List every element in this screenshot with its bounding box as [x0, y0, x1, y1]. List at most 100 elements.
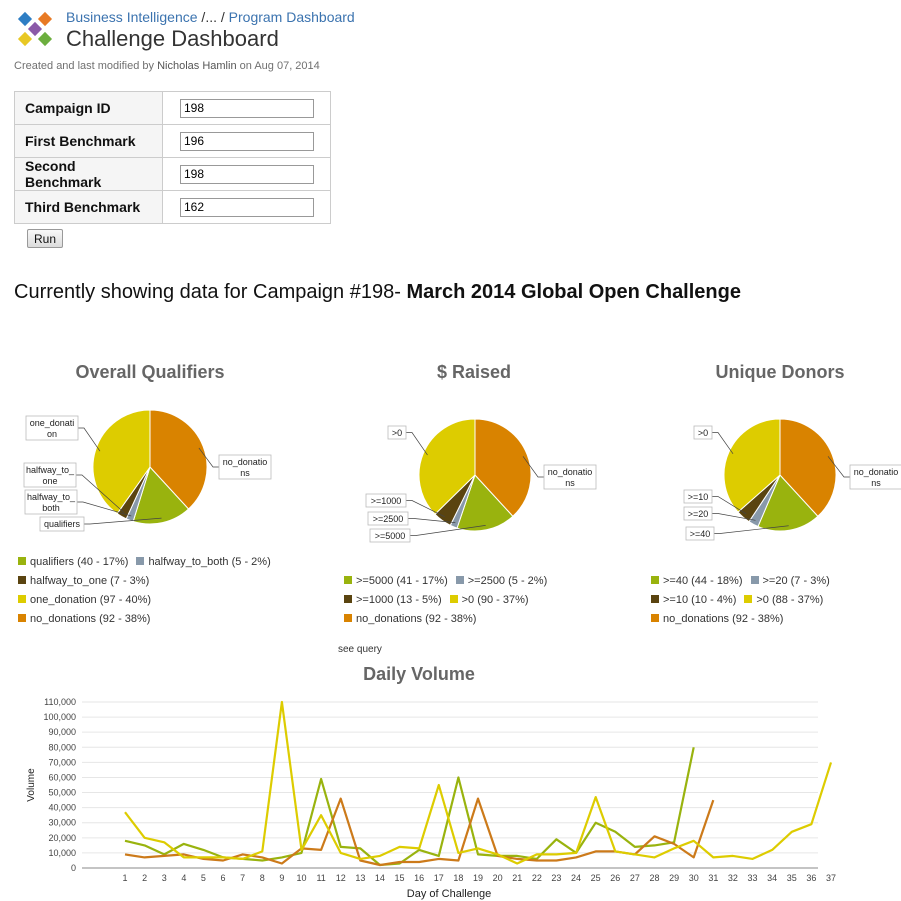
pie-slice-label: >0	[392, 428, 402, 438]
legend-swatch	[455, 576, 464, 584]
x-tick-label: 11	[316, 873, 325, 883]
y-axis-label: Volume	[26, 768, 37, 802]
breadcrumb-ellipsis[interactable]: ...	[205, 9, 217, 25]
x-tick-label: 31	[708, 873, 718, 883]
pie-slice-label: both	[42, 503, 60, 513]
legend-swatch	[344, 614, 352, 622]
pie-chart-raised: >=5000 >=2500 >=1000 >0 no_donations	[365, 418, 597, 543]
legend-label: >=20 (7 - 3%)	[762, 575, 830, 587]
x-tick-label: 30	[689, 873, 699, 883]
legend-swatch	[449, 595, 458, 603]
x-tick-label: 24	[571, 873, 581, 883]
legend-swatch	[744, 595, 753, 603]
x-tick-label: 16	[414, 873, 424, 883]
x-tick-label: 29	[669, 873, 679, 883]
breadcrumb-separator: /	[220, 9, 225, 25]
legend-swatch	[18, 614, 26, 622]
x-tick-label: 8	[260, 873, 265, 883]
campaign-id-input[interactable]	[180, 98, 314, 118]
x-tick-label: 19	[473, 873, 483, 883]
legend-swatch	[18, 595, 26, 603]
x-tick-label: 9	[279, 873, 284, 883]
x-axis-label: Day of Challenge	[407, 888, 491, 900]
y-tick-label: 40,000	[48, 803, 76, 813]
legend-item-10: >=10 (10 - 4%)	[651, 591, 736, 610]
x-tick-label: 18	[453, 873, 463, 883]
legend-item-one-donation: one_donation (97 - 40%)	[18, 591, 151, 610]
x-tick-label: 15	[395, 873, 405, 883]
legend-label: halfway_to_one (7 - 3%)	[30, 575, 150, 587]
x-tick-label: 3	[162, 873, 167, 883]
x-tick-label: 12	[336, 873, 346, 883]
breadcrumb: Business Intelligence /... / Program Das…	[66, 9, 355, 25]
page-metadata: Created and last modified by Nicholas Ha…	[14, 60, 320, 72]
pie-title-raised: $ Raised	[436, 362, 512, 382]
y-tick-label: 60,000	[48, 772, 76, 782]
form-row: Second Benchmark	[14, 157, 331, 191]
y-tick-label: 20,000	[48, 833, 76, 843]
x-tick-label: 37	[826, 873, 836, 883]
legend-item-5000: >=5000 (41 - 17%)	[344, 572, 448, 591]
x-tick-label: 25	[591, 873, 601, 883]
x-tick-label: 7	[240, 873, 245, 883]
legend-item-qualifiers: qualifiers (40 - 17%)	[18, 553, 128, 572]
x-tick-label: 23	[551, 873, 561, 883]
pie-slice-label: no_donatio	[223, 457, 268, 467]
pie-slice-label: halfway_to_	[26, 465, 75, 475]
form-row: Campaign ID	[14, 91, 331, 125]
second-benchmark-input[interactable]	[180, 164, 314, 184]
legend-item-0: >0 (88 - 37%)	[744, 591, 823, 610]
daily-volume-chart: 0 10,000 20,000 30,000 40,000 50,000 60,000 70,…	[26, 697, 836, 900]
campaign-heading-prefix: Currently showing data for Campaign #198…	[14, 281, 401, 303]
daily-volume-title: Daily Volume	[363, 664, 475, 684]
legend-item-40: >=40 (44 - 18%)	[651, 572, 743, 591]
pie-slice-label: ns	[565, 478, 575, 488]
pie-slice-label: >=40	[690, 529, 711, 539]
legend-swatch	[18, 576, 26, 584]
page-title: Challenge Dashboard	[66, 26, 279, 51]
legend-label: >=40 (44 - 18%)	[663, 575, 743, 587]
legend-item-no-donations: no_donations (92 - 38%)	[651, 610, 783, 629]
legend-label: halfway_to_both (5 - 2%)	[148, 556, 271, 568]
legend-item-20: >=20 (7 - 3%)	[750, 572, 830, 591]
see-query-link[interactable]: see query	[338, 644, 382, 655]
campaign-heading: Currently showing data for Campaign #198…	[14, 281, 741, 304]
legend-label: >=1000 (13 - 5%)	[356, 594, 442, 606]
pie-slice-label: >=1000	[371, 496, 402, 506]
legend-overall-qualifiers: qualifiers (40 - 17%) halfway_to_both (5 …	[18, 553, 318, 629]
x-tick-label: 13	[355, 873, 365, 883]
x-tick-label: 6	[221, 873, 226, 883]
legend-label: no_donations (92 - 38%)	[663, 613, 784, 625]
legend-label: >=2500 (5 - 2%)	[467, 575, 548, 587]
legend-label: no_donations (92 - 38%)	[356, 613, 477, 625]
breadcrumb-program-dashboard[interactable]: Program Dashboard	[229, 9, 355, 25]
y-tick-label: 70,000	[48, 757, 76, 767]
campaign-id-label: Campaign ID	[14, 91, 163, 125]
third-benchmark-input[interactable]	[180, 197, 314, 217]
legend-swatch	[651, 614, 659, 622]
x-tick-label: 34	[767, 873, 777, 883]
author-link[interactable]: Nicholas Hamlin	[157, 60, 236, 72]
x-tick-label: 32	[728, 873, 738, 883]
legend-item-halfway-to-both: halfway_to_both (5 - 2%)	[136, 553, 271, 572]
y-tick-label: 50,000	[48, 788, 76, 798]
legend-swatch	[136, 557, 145, 565]
legend-item-halfway-to-one: halfway_to_one (7 - 3%)	[18, 572, 149, 591]
x-tick-label: 4	[181, 873, 186, 883]
legend-raised: >=5000 (41 - 17%) >=2500 (5 - 2%) >=1000 (…	[344, 572, 604, 629]
y-tick-label: 100,000	[43, 712, 76, 722]
x-tick-label: 28	[649, 873, 659, 883]
pie-slice-label: >=2500	[373, 514, 404, 524]
legend-unique-donors: >=40 (44 - 18%) >=20 (7 - 3%) >=10 (10 - 4…	[651, 572, 901, 629]
first-benchmark-input[interactable]	[180, 131, 314, 151]
legend-label: >0 (88 - 37%)	[756, 594, 824, 606]
x-tick-label: 1	[122, 873, 127, 883]
legend-label: no_donations (92 - 38%)	[30, 613, 151, 625]
legend-label: >=10 (10 - 4%)	[663, 594, 737, 606]
breadcrumb-business-intelligence[interactable]: Business Intelligence	[66, 9, 198, 25]
form-row: First Benchmark	[14, 124, 331, 158]
y-tick-label: 80,000	[48, 742, 76, 752]
pie-slice-label: ns	[871, 478, 881, 488]
pie-slice-label: >=5000	[375, 531, 406, 541]
run-button[interactable]: Run	[27, 229, 64, 248]
